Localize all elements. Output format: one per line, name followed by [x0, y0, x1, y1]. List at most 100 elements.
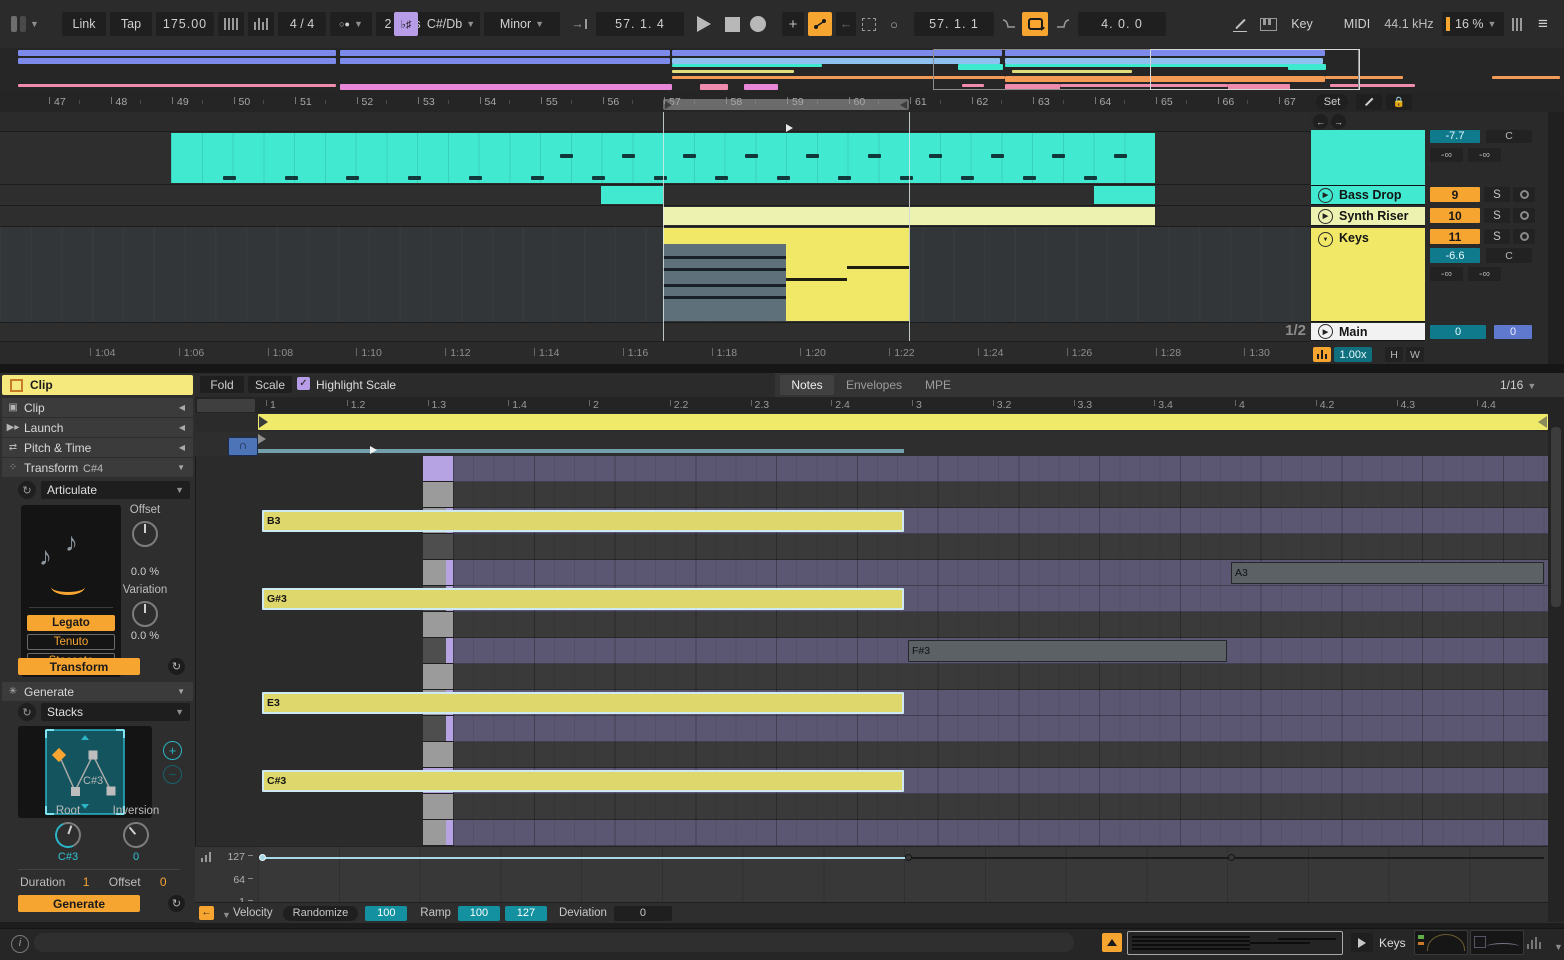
track-lane-bass-drop[interactable] [0, 185, 1310, 206]
track-name-keys[interactable]: ▼Keys [1311, 228, 1425, 322]
tab-mpe[interactable]: MPE [914, 375, 962, 395]
track-lane-keys[interactable] [0, 227, 1310, 323]
new-button[interactable]: + [782, 12, 804, 36]
lock-icon[interactable]: 🔒 [1386, 94, 1412, 110]
punch-position-field[interactable]: 57. 1. 1 [914, 12, 994, 36]
stop-button[interactable] [720, 12, 744, 36]
piano-roll-row[interactable] [453, 742, 1564, 768]
midi-note[interactable]: G#3 [262, 588, 904, 610]
overview-clip-segment[interactable] [700, 84, 728, 90]
solo-button-keys[interactable]: S [1484, 229, 1510, 244]
clip-tab[interactable]: Clip [2, 375, 193, 395]
capture-selection-icon[interactable] [858, 12, 880, 36]
levels-caret[interactable]: ▼ [1550, 939, 1563, 953]
width-zoom-button[interactable]: W [1406, 347, 1424, 362]
inversion-knob[interactable] [118, 817, 155, 854]
overview-clip-segment[interactable] [18, 50, 336, 56]
clip-bass-drop-2[interactable] [1094, 186, 1155, 204]
root-value[interactable]: C#3 [33, 851, 103, 863]
piano-roll-row[interactable] [453, 716, 1564, 742]
info-icon[interactable]: i [11, 935, 29, 953]
piano-key[interactable] [423, 742, 453, 768]
nudge-down-icon[interactable] [218, 12, 244, 36]
clip-scrub-flag[interactable] [370, 446, 377, 454]
track-lane-hidden[interactable] [0, 112, 1310, 132]
midi-note[interactable]: A3 [1231, 562, 1544, 584]
midi-activity-icon[interactable] [1313, 347, 1331, 362]
cpu-meter[interactable]: 16 %▼ [1442, 12, 1504, 36]
follow-button[interactable]: → [566, 12, 592, 36]
height-zoom-button[interactable]: H [1385, 347, 1403, 362]
piano-key[interactable] [423, 638, 453, 664]
arm-button-synth-riser[interactable] [1513, 208, 1535, 223]
set-button[interactable]: Set [1316, 94, 1348, 110]
piano-roll-scrollbar[interactable] [1548, 397, 1564, 922]
overview-clip-segment[interactable] [672, 64, 822, 67]
track-number-synth-riser[interactable]: 10 [1430, 208, 1480, 223]
variation-knob[interactable] [132, 601, 158, 627]
tab-notes[interactable]: Notes [780, 375, 834, 395]
generate-apply-button[interactable]: Generate [18, 895, 140, 912]
tenuto-mode-button[interactable]: Tenuto [27, 634, 115, 650]
randomize-button[interactable]: Randomize [283, 906, 359, 921]
midi-note[interactable]: E3 [262, 692, 904, 714]
arm-button-bass-drop[interactable] [1513, 187, 1535, 202]
forward-arrow-icon[interactable]: → [1331, 114, 1346, 129]
track-lane-cyan[interactable] [0, 132, 1310, 185]
piano-roll-row[interactable] [453, 794, 1564, 820]
preview-play-button[interactable] [1351, 933, 1373, 952]
send-b-keys[interactable]: -∞ [1468, 267, 1501, 281]
clip-start-marker[interactable] [258, 434, 266, 444]
clip-loop-band[interactable] [195, 413, 1564, 432]
duration-value[interactable]: 1 [83, 875, 90, 889]
arrangement-scrollbar[interactable] [1548, 112, 1564, 364]
highlight-scale-checkbox[interactable]: ✓ [297, 377, 310, 390]
tempo-field[interactable]: 175.00 [156, 12, 214, 36]
output-levels-icon[interactable] [1527, 937, 1541, 952]
piano-key[interactable] [423, 482, 453, 508]
midi-note[interactable]: F#3 [908, 640, 1227, 662]
generate-mode-dropdown[interactable]: Stacks▼ [41, 703, 190, 721]
volume-field-keys[interactable]: -6.6 [1430, 248, 1480, 263]
refresh-icon[interactable]: ↻ [18, 703, 36, 721]
overview-clip-segment[interactable] [744, 84, 778, 90]
tab-envelopes[interactable]: Envelopes [838, 375, 910, 395]
fold-button[interactable]: Fold [200, 376, 244, 393]
clip-keys-titlebar[interactable] [663, 228, 909, 244]
piano-roll-row[interactable] [453, 664, 1564, 690]
solo-button-bass-drop[interactable]: S [1484, 187, 1510, 202]
track-name-synth-riser[interactable]: ▶Synth Riser [1311, 207, 1425, 226]
collapse-icon[interactable]: ◀ [179, 403, 185, 412]
window-mode-icon[interactable]: ▼ [10, 12, 40, 36]
record-button[interactable] [746, 12, 770, 36]
inversion-value[interactable]: 0 [100, 851, 172, 863]
clip-bass-drop-1[interactable] [601, 186, 663, 204]
collapse-icon[interactable]: ◀ [179, 443, 185, 452]
marker-strip[interactable]: ∩ [195, 432, 1564, 456]
piano-roll-row[interactable] [453, 820, 1564, 846]
piano-key[interactable] [423, 534, 453, 560]
device-thumbnail-1[interactable] [1414, 930, 1468, 955]
track-name-main[interactable]: ▶Main [1311, 323, 1425, 341]
show-device-chain-button[interactable] [1102, 933, 1122, 952]
piano-roll-grid[interactable]: C#4C#3B3G#3E3C#3F#3A3 [195, 456, 1564, 846]
piano-roll-row[interactable] [453, 456, 1564, 482]
velocity-grid[interactable] [258, 847, 1548, 903]
piano-key[interactable] [423, 560, 453, 586]
headphone-preview-icon[interactable]: ∩ [228, 437, 258, 456]
automation-mode-button[interactable] [808, 12, 832, 36]
playback-speed-field[interactable]: 1.00x [1334, 347, 1372, 362]
transform-mode-dropdown[interactable]: Articulate▼ [41, 481, 190, 499]
randomize-amount-field[interactable]: 100 [365, 906, 407, 921]
back-arrow-icon[interactable]: ← [1313, 114, 1328, 129]
scale-button[interactable]: Scale [248, 376, 292, 393]
clip-keys-right-half[interactable] [786, 244, 909, 321]
overview-clip-segment[interactable] [340, 50, 670, 56]
clip-mini-overview[interactable] [1127, 931, 1343, 955]
section-clip[interactable]: ▣Clip◀ [2, 398, 193, 417]
piano-key[interactable] [423, 664, 453, 690]
re-enable-automation-icon[interactable]: ← [836, 12, 856, 36]
punch-in-icon[interactable] [998, 12, 1020, 36]
piano-key[interactable] [423, 456, 453, 482]
velocity-point[interactable] [259, 854, 266, 861]
